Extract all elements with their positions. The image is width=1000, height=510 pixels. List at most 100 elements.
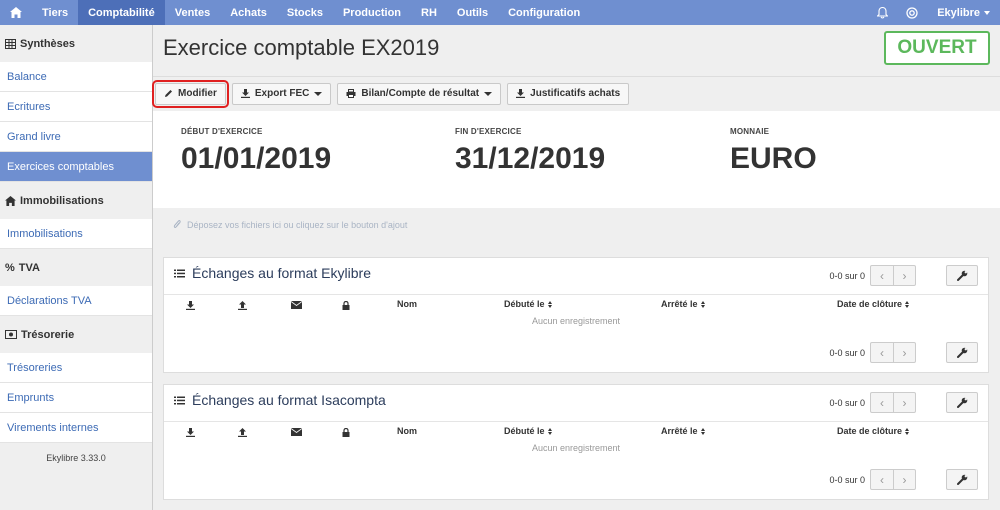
settings-button[interactable]	[946, 342, 978, 363]
end-date-label: FIN D'EXERCICE	[455, 127, 522, 136]
sidebar-item-exercices-comptables[interactable]: Exercices comptables	[0, 152, 152, 182]
settings-button[interactable]	[946, 265, 978, 286]
bilan-button[interactable]: Bilan/Compte de résultat	[337, 82, 502, 105]
envelope-icon[interactable]	[291, 301, 302, 309]
export-fec-label: Export FEC	[254, 88, 310, 99]
modifier-label: Modifier	[178, 88, 217, 99]
sidebar-section-tva: % TVA	[0, 249, 152, 286]
page-title: Exercice comptable EX2019	[163, 35, 440, 60]
settings-button[interactable]	[946, 392, 978, 413]
sidebar-item-tresoreries[interactable]: Trésoreries	[0, 353, 152, 383]
sidebar-item-grand-livre[interactable]: Grand livre	[0, 122, 152, 152]
sidebar-section-title: Synthèses	[20, 37, 76, 50]
column-nom[interactable]: Nom	[397, 299, 417, 309]
previous-page-button[interactable]: ‹	[871, 393, 893, 412]
home-icon	[10, 7, 22, 18]
sidebar-item-ecritures[interactable]: Ecritures	[0, 92, 152, 122]
sort-icon	[547, 427, 552, 435]
column-debute-le[interactable]: Débuté le	[504, 426, 552, 436]
isacompta-exchanges-panel: Échanges au format Isacompta 0-0 sur 0 ‹…	[163, 384, 989, 500]
help-button[interactable]	[897, 0, 927, 25]
wrench-icon	[956, 270, 967, 281]
envelope-icon[interactable]	[291, 428, 302, 436]
sidebar-section-tresorerie: Trésorerie	[0, 316, 152, 353]
column-arrete-le[interactable]: Arrêté le	[661, 426, 705, 436]
sidebar-section-title: Trésorerie	[21, 328, 75, 341]
ekylibre-exchanges-panel: Échanges au format Ekylibre 0-0 sur 0 ‹ …	[163, 257, 989, 373]
money-icon	[5, 330, 17, 339]
next-page-button[interactable]: ›	[893, 393, 915, 412]
download-icon[interactable]	[186, 428, 195, 437]
pager-nav: ‹ ›	[870, 265, 916, 286]
column-date-cloture[interactable]: Date de clôture	[837, 426, 910, 436]
pager-nav: ‹ ›	[870, 392, 916, 413]
sidebar-section-immobilisations: Immobilisations	[0, 182, 152, 219]
next-page-button[interactable]: ›	[893, 470, 915, 489]
end-date-value: 31/12/2019	[455, 142, 606, 175]
upload-icon[interactable]	[238, 301, 247, 310]
upload-icon[interactable]	[238, 428, 247, 437]
wrench-icon	[956, 474, 967, 485]
justificatifs-button[interactable]: Justificatifs achats	[507, 82, 630, 105]
file-dropzone[interactable]: Déposez vos fichiers ici ou cliquez sur …	[173, 220, 407, 230]
download-icon[interactable]	[186, 301, 195, 310]
list-icon	[174, 269, 185, 277]
pager-count: 0-0 sur 0	[829, 397, 865, 408]
sort-icon	[700, 300, 705, 308]
notifications-button[interactable]	[867, 0, 897, 25]
sidebar-item-balance[interactable]: Balance	[0, 62, 152, 92]
nav-ventes[interactable]: Ventes	[165, 0, 220, 25]
nav-production[interactable]: Production	[333, 0, 411, 25]
start-date-value: 01/01/2019	[181, 142, 332, 175]
download-icon	[240, 89, 250, 98]
column-label: Arrêté le	[661, 426, 698, 436]
nav-tiers[interactable]: Tiers	[32, 0, 78, 25]
currency-value: EURO	[730, 142, 817, 175]
exercise-info: DÉBUT D'EXERCICE 01/01/2019 FIN D'EXERCI…	[153, 111, 1000, 208]
column-label: Date de clôture	[837, 299, 903, 309]
sort-icon	[700, 427, 705, 435]
sidebar-item-emprunts[interactable]: Emprunts	[0, 383, 152, 413]
nav-stocks[interactable]: Stocks	[277, 0, 333, 25]
lifebuoy-icon	[906, 6, 918, 19]
nav-rh[interactable]: RH	[411, 0, 447, 25]
next-page-button[interactable]: ›	[893, 266, 915, 285]
lock-icon[interactable]	[342, 428, 350, 437]
sidebar-item-declarations-tva[interactable]: Déclarations TVA	[0, 286, 152, 316]
percent-icon: %	[5, 261, 15, 274]
bottom-pager: 0-0 sur 0 ‹ ›	[829, 469, 978, 490]
export-fec-button[interactable]: Export FEC	[231, 82, 332, 105]
settings-button[interactable]	[946, 469, 978, 490]
column-debute-le[interactable]: Débuté le	[504, 299, 552, 309]
column-date-cloture[interactable]: Date de clôture	[837, 299, 910, 309]
lock-icon[interactable]	[342, 301, 350, 310]
paperclip-icon	[173, 220, 181, 228]
top-pager: 0-0 sur 0 ‹ ›	[829, 265, 978, 286]
nav-configuration[interactable]: Configuration	[498, 0, 590, 25]
column-arrete-le[interactable]: Arrêté le	[661, 299, 705, 309]
table-icon	[5, 38, 16, 49]
home-button[interactable]	[0, 0, 32, 25]
list-icon	[174, 396, 185, 404]
chevron-down-icon	[984, 10, 990, 15]
sidebar-item-virements-internes[interactable]: Virements internes	[0, 413, 152, 443]
previous-page-button[interactable]: ‹	[871, 343, 893, 362]
home-icon	[5, 195, 16, 206]
main-content: Exercice comptable EX2019 OUVERT Modifie…	[152, 25, 1000, 510]
nav-achats[interactable]: Achats	[220, 0, 277, 25]
column-nom[interactable]: Nom	[397, 426, 417, 436]
panel-title: Échanges au format Ekylibre	[174, 265, 371, 281]
nav-comptabilite[interactable]: Comptabilité	[78, 0, 165, 25]
previous-page-button[interactable]: ‹	[871, 266, 893, 285]
bilan-label: Bilan/Compte de résultat	[361, 88, 480, 99]
panel-title-text: Échanges au format Isacompta	[192, 392, 386, 408]
next-page-button[interactable]: ›	[893, 343, 915, 362]
sidebar-item-immobilisations[interactable]: Immobilisations	[0, 219, 152, 249]
modifier-button[interactable]: Modifier	[152, 79, 229, 108]
table-header: Nom Débuté le Arrêté le Date de clôture	[164, 294, 988, 314]
user-menu[interactable]: Ekylibre	[927, 0, 1000, 25]
previous-page-button[interactable]: ‹	[871, 470, 893, 489]
currency-label: MONNAIE	[730, 127, 770, 136]
nav-outils[interactable]: Outils	[447, 0, 498, 25]
column-label: Débuté le	[504, 299, 545, 309]
